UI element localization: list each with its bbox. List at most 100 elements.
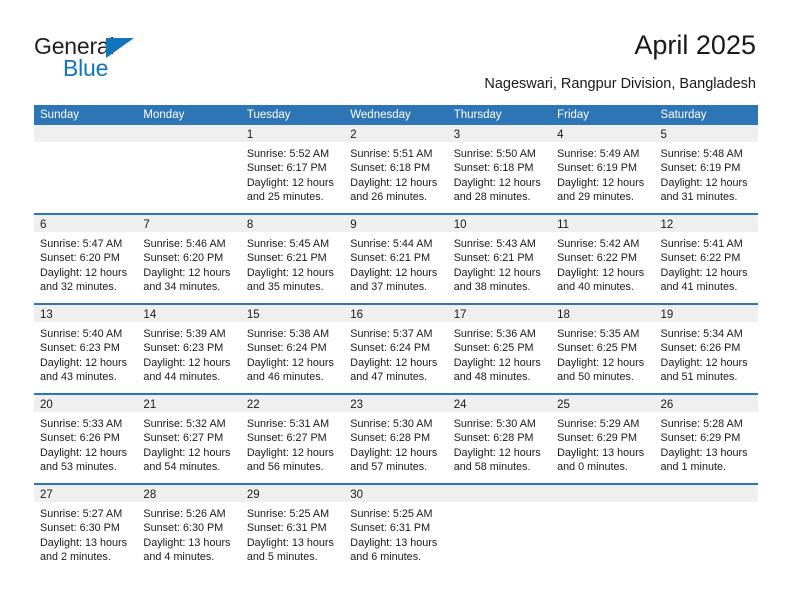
sunset-time: Sunset: 6:25 PM: [557, 342, 637, 355]
calendar-day-cell[interactable]: 24 Sunrise: 5:30 AM Sunset: 6:28 PM Dayligh…: [447, 393, 552, 484]
calendar-week-row: 6 Sunrise: 5:47 AM Sunset: 6:20 PM Daylight…: [34, 213, 758, 304]
calendar-day-cell[interactable]: 15 Sunrise: 5:38 AM Sunset: 6:24 PM Dayligh…: [240, 303, 345, 394]
daylight-duration-line1: Daylight: 13 hours: [557, 446, 645, 459]
sunset-time: Sunset: 6:28 PM: [350, 432, 431, 445]
calendar-page: General Blue April 2025 Nageswari, Rangp…: [0, 0, 792, 612]
calendar-day-cell[interactable]: 16 Sunrise: 5:37 AM Sunset: 6:24 PM Dayligh…: [344, 303, 448, 394]
daylight-duration-line1: Daylight: 12 hours: [660, 176, 748, 189]
calendar-day-cell[interactable]: 9 Sunrise: 5:44 AM Sunset: 6:21 PM Daylight…: [344, 213, 448, 304]
sunset-time: Sunset: 6:29 PM: [660, 432, 741, 445]
daylight-duration-line1: Daylight: 12 hours: [143, 446, 231, 459]
daylight-duration-line1: Daylight: 12 hours: [660, 266, 748, 279]
calendar-day-cell[interactable]: 21 Sunrise: 5:32 AM Sunset: 6:27 PM Dayligh…: [137, 393, 241, 484]
sunset-time: Sunset: 6:25 PM: [453, 342, 534, 355]
sunset-time: Sunset: 6:23 PM: [143, 342, 224, 355]
day-sun-info: Sunrise: 5:25 AM Sunset: 6:31 PM Daylight:…: [241, 502, 344, 564]
weekday-header-thursday: Thursday: [447, 105, 552, 125]
day-number: 5: [654, 125, 758, 142]
sunrise-time: Sunrise: 5:45 AM: [246, 238, 330, 250]
calendar-header-row: Sunday Monday Tuesday Wednesday Thursday…: [34, 105, 758, 125]
day-number: 29: [240, 485, 345, 502]
daylight-duration-line1: Daylight: 13 hours: [660, 446, 748, 459]
sunrise-time: Sunrise: 5:51 AM: [350, 148, 433, 160]
sunset-time: Sunset: 6:21 PM: [350, 252, 431, 265]
sunrise-time: Sunrise: 5:29 AM: [557, 418, 640, 430]
calendar-day-cell[interactable]: 26 Sunrise: 5:28 AM Sunset: 6:29 PM Dayligh…: [654, 393, 758, 484]
day-number: 21: [137, 395, 241, 412]
sunset-time: Sunset: 6:26 PM: [40, 432, 120, 445]
calendar-day-cell[interactable]: 1 Sunrise: 5:52 AM Sunset: 6:17 PM Daylight…: [240, 125, 345, 214]
calendar-day-cell[interactable]: 18 Sunrise: 5:35 AM Sunset: 6:25 PM Dayligh…: [551, 303, 655, 394]
sunrise-time: Sunrise: 5:35 AM: [557, 328, 640, 340]
sunset-time: Sunset: 6:23 PM: [40, 342, 120, 355]
sunset-time: Sunset: 6:19 PM: [660, 162, 741, 175]
sunrise-time: Sunrise: 5:52 AM: [246, 148, 330, 160]
calendar-day-cell[interactable]: 12 Sunrise: 5:41 AM Sunset: 6:22 PM Dayligh…: [654, 213, 758, 304]
calendar-day-cell-empty: [34, 125, 138, 214]
sunset-time: Sunset: 6:22 PM: [557, 252, 637, 265]
calendar-day-cell[interactable]: 13 Sunrise: 5:40 AM Sunset: 6:23 PM Dayligh…: [34, 303, 138, 394]
page-title: April 2025: [634, 30, 756, 60]
weekday-header-tuesday: Tuesday: [240, 105, 345, 125]
day-sun-info: Sunrise: 5:36 AM Sunset: 6:25 PM Daylight:…: [448, 322, 551, 384]
day-sun-info: Sunrise: 5:44 AM Sunset: 6:21 PM Daylight:…: [344, 232, 447, 294]
calendar-day-cell[interactable]: 2 Sunrise: 5:51 AM Sunset: 6:18 PM Daylight…: [344, 125, 448, 214]
calendar-day-cell[interactable]: 22 Sunrise: 5:31 AM Sunset: 6:27 PM Dayligh…: [240, 393, 345, 484]
calendar-day-cell[interactable]: 8 Sunrise: 5:45 AM Sunset: 6:21 PM Daylight…: [240, 213, 345, 304]
sunrise-time: Sunrise: 5:42 AM: [557, 238, 640, 250]
calendar-day-cell-empty: [654, 483, 758, 573]
calendar-day-cell[interactable]: 30 Sunrise: 5:25 AM Sunset: 6:31 PM Dayligh…: [344, 483, 448, 573]
calendar-day-cell[interactable]: 4 Sunrise: 5:49 AM Sunset: 6:19 PM Daylight…: [551, 125, 655, 214]
calendar-day-cell[interactable]: 6 Sunrise: 5:47 AM Sunset: 6:20 PM Daylight…: [34, 213, 138, 304]
daylight-duration-line1: Daylight: 12 hours: [40, 356, 128, 369]
day-number: 17: [447, 305, 552, 322]
daylight-duration-line2: and 50 minutes.: [557, 370, 634, 383]
calendar-day-cell[interactable]: 27 Sunrise: 5:27 AM Sunset: 6:30 PM Dayligh…: [34, 483, 138, 573]
calendar-day-cell[interactable]: 11 Sunrise: 5:42 AM Sunset: 6:22 PM Dayligh…: [551, 213, 655, 304]
daylight-duration-line1: Daylight: 12 hours: [143, 266, 231, 279]
day-sun-info: Sunrise: 5:47 AM Sunset: 6:20 PM Daylight:…: [34, 232, 137, 294]
day-number: [447, 485, 552, 502]
daylight-duration-line2: and 53 minutes.: [40, 460, 117, 473]
daylight-duration-line2: and 51 minutes.: [660, 370, 738, 383]
calendar-week-row: 27 Sunrise: 5:27 AM Sunset: 6:30 PM Dayligh…: [34, 483, 758, 573]
day-number: [551, 485, 655, 502]
daylight-duration-line1: Daylight: 12 hours: [246, 266, 334, 279]
day-sun-info: Sunrise: 5:33 AM Sunset: 6:26 PM Daylight:…: [34, 412, 137, 474]
calendar-day-cell[interactable]: 19 Sunrise: 5:34 AM Sunset: 6:26 PM Dayligh…: [654, 303, 758, 394]
day-number: 12: [654, 215, 758, 232]
sunset-time: Sunset: 6:20 PM: [40, 252, 120, 265]
calendar-day-cell[interactable]: 17 Sunrise: 5:36 AM Sunset: 6:25 PM Dayligh…: [447, 303, 552, 394]
day-sun-info: Sunrise: 5:34 AM Sunset: 6:26 PM Daylight:…: [655, 322, 758, 384]
calendar-day-cell[interactable]: 3 Sunrise: 5:50 AM Sunset: 6:18 PM Daylight…: [447, 125, 552, 214]
day-sun-info: Sunrise: 5:46 AM Sunset: 6:20 PM Daylight:…: [137, 232, 240, 294]
sunrise-time: Sunrise: 5:47 AM: [40, 238, 123, 250]
weekday-header-saturday: Saturday: [654, 105, 758, 125]
sunrise-time: Sunrise: 5:41 AM: [660, 238, 743, 250]
logo-triangle-icon: [106, 38, 134, 58]
sunset-time: Sunset: 6:18 PM: [350, 162, 431, 175]
calendar-day-cell[interactable]: 29 Sunrise: 5:25 AM Sunset: 6:31 PM Dayligh…: [240, 483, 345, 573]
calendar-day-cell[interactable]: 25 Sunrise: 5:29 AM Sunset: 6:29 PM Dayligh…: [551, 393, 655, 484]
calendar-day-cell[interactable]: 5 Sunrise: 5:48 AM Sunset: 6:19 PM Daylight…: [654, 125, 758, 214]
page-header: General Blue April 2025 Nageswari, Rangp…: [0, 0, 792, 96]
calendar-day-cell[interactable]: 10 Sunrise: 5:43 AM Sunset: 6:21 PM Dayligh…: [447, 213, 552, 304]
day-sun-info: Sunrise: 5:30 AM Sunset: 6:28 PM Daylight:…: [344, 412, 447, 474]
day-number: 4: [551, 125, 655, 142]
sunset-time: Sunset: 6:24 PM: [350, 342, 431, 355]
calendar-day-cell[interactable]: 7 Sunrise: 5:46 AM Sunset: 6:20 PM Daylight…: [137, 213, 241, 304]
sunset-time: Sunset: 6:30 PM: [143, 522, 224, 535]
calendar-day-cell[interactable]: 23 Sunrise: 5:30 AM Sunset: 6:28 PM Dayligh…: [344, 393, 448, 484]
calendar-day-cell[interactable]: 28 Sunrise: 5:26 AM Sunset: 6:30 PM Dayligh…: [137, 483, 241, 573]
daylight-duration-line2: and 47 minutes.: [350, 370, 428, 383]
daylight-duration-line2: and 25 minutes.: [246, 190, 324, 203]
day-sun-info: Sunrise: 5:26 AM Sunset: 6:30 PM Daylight:…: [137, 502, 240, 564]
calendar-week-row: 1 Sunrise: 5:52 AM Sunset: 6:17 PM Daylight…: [34, 125, 758, 214]
sunrise-time: Sunrise: 5:33 AM: [40, 418, 123, 430]
day-sun-info: Sunrise: 5:40 AM Sunset: 6:23 PM Daylight:…: [34, 322, 137, 384]
calendar-day-cell[interactable]: 20 Sunrise: 5:33 AM Sunset: 6:26 PM Dayligh…: [34, 393, 138, 484]
sunrise-time: Sunrise: 5:28 AM: [660, 418, 743, 430]
daylight-duration-line2: and 4 minutes.: [143, 550, 215, 563]
calendar-day-cell[interactable]: 14 Sunrise: 5:39 AM Sunset: 6:23 PM Dayligh…: [137, 303, 241, 394]
page-subtitle: Nageswari, Rangpur Division, Bangladesh: [484, 76, 756, 92]
